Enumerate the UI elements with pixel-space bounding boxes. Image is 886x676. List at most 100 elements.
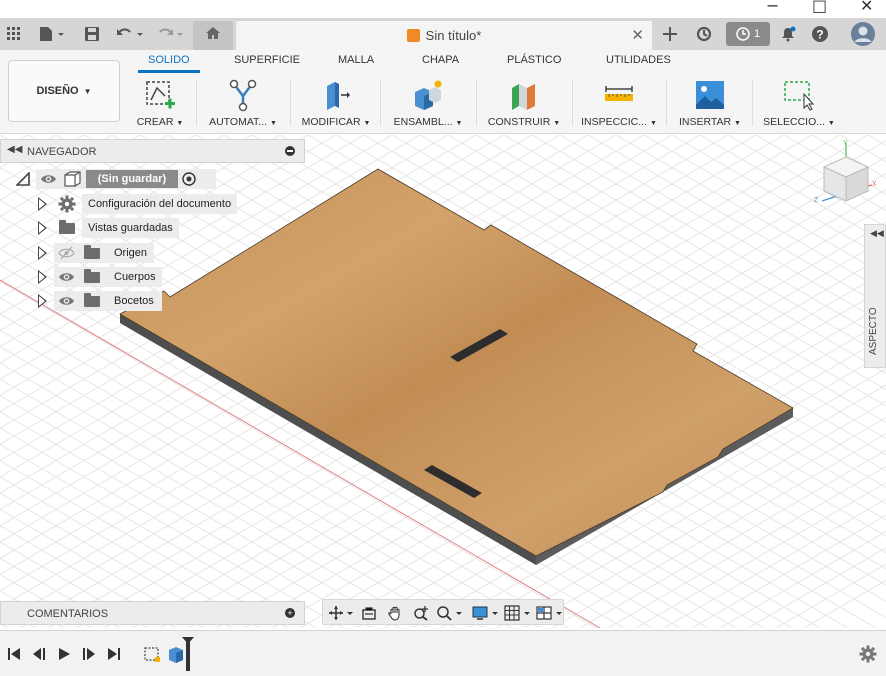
collapse-left-icon[interactable]: ◀◀ [7,144,22,155]
file-icon[interactable] [36,22,70,46]
modify-menu[interactable]: MODIFICAR ▼ [298,74,374,132]
collapsed-triangle-icon[interactable] [38,197,47,211]
tree-item-configuracion[interactable]: Configuración del documento [36,194,246,214]
insert-menu[interactable]: INSERTAR ▼ [672,74,748,132]
inspect-icon [602,78,636,112]
collapsed-triangle-icon[interactable] [38,221,47,235]
close-window-button[interactable]: ✕ [860,0,873,15]
document-title: Sin título* [425,28,482,43]
extrude-feature-icon[interactable] [166,644,186,664]
tab-plastico[interactable]: PLÁSTICO [507,54,561,66]
maximize-button[interactable]: □ [812,0,827,15]
tree-item-origen[interactable]: Origen [36,243,156,263]
chevron-down-icon: ▼ [553,120,561,127]
last-icon[interactable] [104,644,124,664]
timeline-settings-gear-icon[interactable] [858,644,878,664]
document-tab[interactable]: Sin título* ✕ [236,21,652,50]
activate-component-icon[interactable] [182,172,196,186]
tree-item-cuerpos[interactable]: Cuerpos [36,267,166,287]
tab-solido[interactable]: SOLIDO [148,54,190,66]
folder-icon [84,293,100,307]
navigation-toolbar [322,599,564,625]
tree-item-label: Cuerpos [108,267,162,287]
ribbon-toolbar: SOLIDO SUPERFICIE MALLA CHAPA PLÁSTICO U… [0,50,886,134]
zoom-icon[interactable] [411,603,431,623]
viewports-icon[interactable] [535,603,565,623]
assemble-menu[interactable]: ENSAMBL... ▼ [386,74,470,132]
window-frame: − □ ✕ [0,0,886,18]
minimize-panel-icon[interactable] [285,146,295,156]
view-cube[interactable]: Y Z X [812,139,878,211]
select-menu[interactable]: SELECCIO... ▼ [758,74,840,132]
display-settings-icon[interactable] [471,603,501,623]
next-icon[interactable] [79,644,99,664]
save-icon[interactable] [80,22,104,46]
tab-malla[interactable]: MALLA [338,54,374,66]
eye-icon[interactable] [58,293,75,309]
construct-icon [507,78,541,112]
tree-item-bocetos[interactable]: Bocetos [36,291,166,311]
create-menu[interactable]: CREAR ▼ [128,74,192,132]
help-icon[interactable]: ? [808,22,832,46]
grid-icon[interactable] [2,22,26,46]
inspect-label: INSPECCIC... [581,116,648,128]
tree-item-label: Bocetos [108,291,160,311]
tree-item-vistas[interactable]: Vistas guardadas [36,218,196,238]
chevron-down-icon: ▼ [363,120,371,127]
axis-z-label: Z [814,197,819,204]
undo-icon[interactable] [114,22,148,46]
comments-panel[interactable]: COMENTARIOS + [0,601,305,625]
eye-hidden-icon[interactable] [58,245,75,261]
jobs-icon[interactable]: 1 [726,22,770,46]
tab-chapa[interactable]: CHAPA [422,54,459,66]
eye-icon[interactable] [58,269,75,285]
add-comment-icon[interactable]: + [285,608,295,618]
inspect-menu[interactable]: INSPECCIC... ▼ [578,74,660,132]
minimize-button[interactable]: − [766,0,779,15]
home-tab[interactable] [193,21,233,50]
collapsed-triangle-icon[interactable] [38,294,47,308]
redo-icon[interactable] [154,22,188,46]
play-icon[interactable] [54,644,74,664]
construct-menu[interactable]: CONSTRUIR ▼ [482,74,566,132]
select-icon [782,78,816,112]
workspace-switcher[interactable]: DISEÑO ▼ [8,60,120,122]
folder-icon [84,245,100,259]
extensions-icon[interactable] [692,22,716,46]
title-bar: Sin título* ✕ 1 ? [0,18,886,50]
user-avatar[interactable] [850,21,876,47]
sketch-feature-icon[interactable] [142,644,162,664]
grid-settings-icon[interactable] [503,603,533,623]
axis-x-label: X [872,181,877,188]
eye-icon[interactable] [40,171,57,187]
create-label: CREAR [136,116,174,128]
tab-superficie[interactable]: SUPERFICIE [234,54,300,66]
look-at-icon[interactable] [359,603,379,623]
previous-icon[interactable] [29,644,49,664]
modify-label: MODIFICAR [301,116,361,128]
tree-root[interactable]: (Sin guardar) [14,169,216,189]
notifications-icon[interactable] [776,22,800,46]
pan-icon[interactable] [385,603,405,623]
automate-menu[interactable]: AUTOMAT... ▼ [202,74,284,132]
tab-utilidades[interactable]: UTILIDADES [606,54,671,66]
select-label: SELECCIO... [763,116,825,128]
collapsed-triangle-icon[interactable] [38,246,47,260]
orbit-icon[interactable] [327,603,355,623]
folder-icon [59,220,75,234]
chevron-down-icon: ▼ [455,120,463,127]
timeline-marker[interactable] [182,637,194,671]
new-tab-icon[interactable] [658,22,682,46]
first-icon[interactable] [4,644,24,664]
collapse-left-icon[interactable]: ◀◀ [870,228,884,239]
separator [380,80,381,126]
navigator-title: NAVEGADOR [27,146,97,158]
fit-icon[interactable] [435,603,465,623]
collapsed-triangle-icon[interactable] [38,270,47,284]
root-component-label: (Sin guardar) [86,170,178,188]
close-tab-button[interactable]: ✕ [631,26,644,44]
construct-label: CONSTRUIR [487,116,551,128]
appearance-panel-tab[interactable]: ◀◀ ASPECTO [864,224,886,368]
automate-icon [226,78,260,112]
expanded-triangle-icon[interactable] [16,172,30,186]
